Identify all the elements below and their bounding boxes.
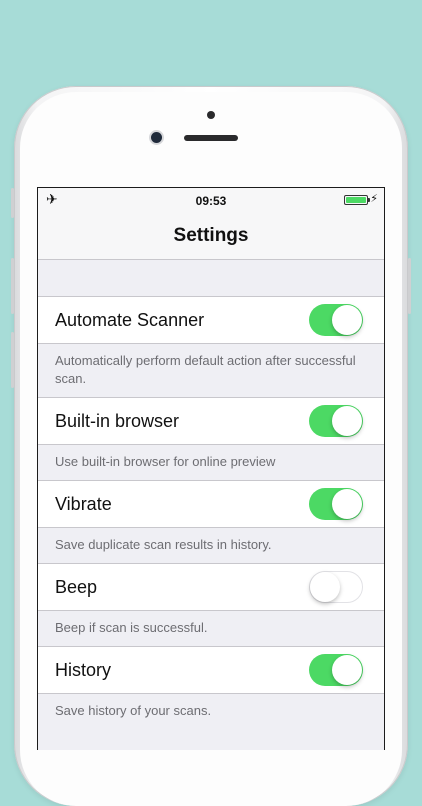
volume-up-button: [11, 258, 14, 314]
setting-label: Beep: [55, 577, 98, 597]
setting-footer: Beep if scan is successful.: [55, 620, 208, 635]
setting-row-beep[interactable]: Beep: [38, 563, 384, 611]
setting-footer: Automatically perform default action aft…: [55, 353, 356, 386]
setting-footer: Use built-in browser for online preview: [55, 454, 276, 469]
setting-footer: Save duplicate scan results in history.: [55, 537, 272, 552]
power-button: [408, 258, 411, 314]
charging-bolt-icon: ⚡: [370, 193, 378, 205]
beep-toggle[interactable]: [309, 571, 363, 603]
volume-down-button: [11, 332, 14, 388]
setting-label: History: [55, 660, 112, 680]
setting-row-built-in-browser[interactable]: Built-in browser: [38, 397, 384, 445]
setting-label: Vibrate: [55, 494, 112, 514]
vibrate-toggle[interactable]: [309, 488, 363, 520]
setting-label: Automate Scanner: [55, 310, 205, 330]
setting-row-vibrate[interactable]: Vibrate: [38, 480, 384, 528]
battery-icon: [344, 195, 370, 205]
status-bar: ✈ 09:53 ⚡: [38, 188, 384, 212]
setting-row-automate-scanner[interactable]: Automate Scanner: [38, 296, 384, 344]
history-toggle[interactable]: [309, 654, 363, 686]
phone-screen: ✈ 09:53 ⚡ Settings Automate Scanner Auto…: [37, 187, 385, 750]
built-in-browser-toggle[interactable]: [309, 405, 363, 437]
proximity-sensor: [207, 111, 215, 119]
setting-row-history[interactable]: History: [38, 646, 384, 694]
settings-list: Automate Scanner Automatically perform d…: [38, 260, 384, 729]
nav-bar: Settings: [38, 212, 384, 260]
setting-label: Built-in browser: [55, 411, 180, 431]
mute-switch: [11, 188, 14, 218]
earpiece-speaker: [184, 135, 238, 141]
setting-footer: Save history of your scans.: [55, 703, 212, 718]
page-title: Settings: [173, 225, 249, 246]
status-time: 09:53: [195, 194, 227, 208]
front-camera-icon: [151, 132, 162, 143]
automate-scanner-toggle[interactable]: [309, 304, 363, 336]
